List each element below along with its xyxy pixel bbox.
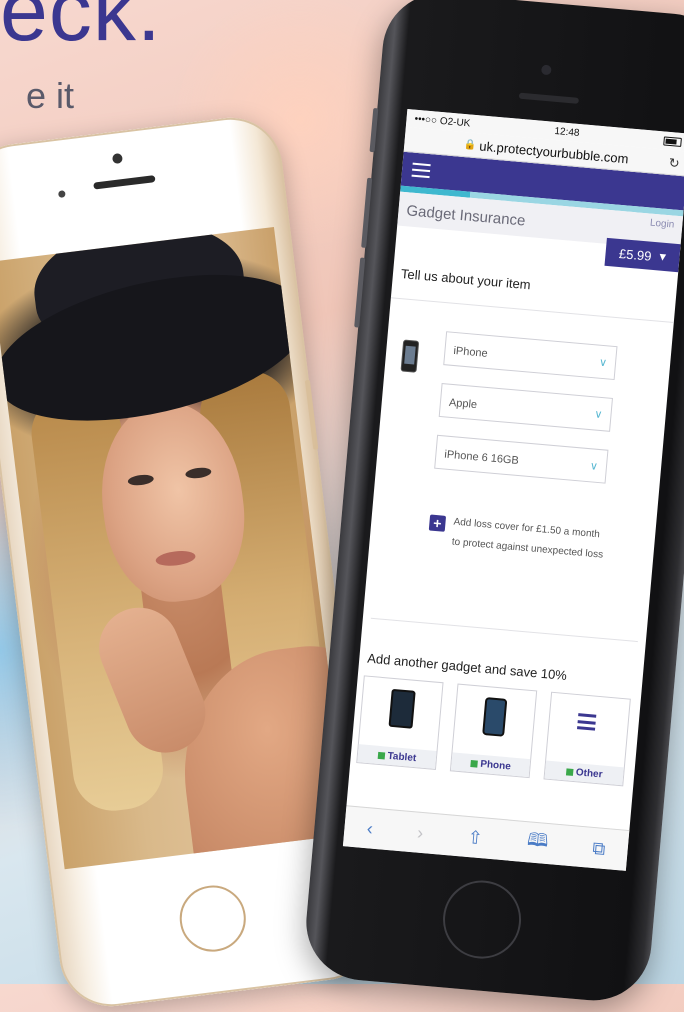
dark-phone: •••○○ O2-UK 12:48 🔒 uk.protectyourbubble… — [301, 0, 684, 1006]
make-value: Apple — [448, 396, 478, 412]
gadget-label: Tablet — [387, 750, 417, 764]
login-link[interactable]: Login — [649, 218, 674, 231]
tablet-icon — [388, 688, 416, 729]
menu-line — [577, 719, 596, 725]
share-icon[interactable]: ⇧ — [467, 827, 484, 849]
battery-icon — [663, 135, 682, 147]
item-form: iPhone ∨ Apple ∨ iPhone 6 16GB ∨ + Add l… — [363, 298, 674, 642]
forward-icon[interactable]: › — [416, 822, 424, 843]
plus-icon[interactable]: + — [428, 514, 447, 532]
subline: e it — [26, 75, 75, 116]
clock: 12:48 — [554, 125, 580, 139]
carrier-label: •••○○ O2-UK — [414, 113, 471, 129]
headline: eck. — [0, 0, 162, 59]
tabs-icon[interactable]: ⧉ — [592, 837, 607, 859]
model-select[interactable]: iPhone 6 16GB ∨ — [434, 434, 609, 484]
badge-icon — [470, 759, 478, 768]
hamburger-line — [412, 162, 431, 167]
gadget-label-other: Other — [544, 760, 624, 786]
menu-line — [576, 726, 596, 731]
gadget-card-other[interactable]: Other — [543, 691, 631, 787]
hamburger-icon[interactable] — [411, 162, 431, 179]
gadget-label: Other — [575, 766, 603, 780]
chevron-down-icon: ∨ — [598, 356, 608, 370]
hamburger-line — [411, 174, 430, 179]
gadget-card-phone[interactable]: Phone — [449, 683, 538, 779]
reload-icon[interactable]: ↻ — [668, 155, 680, 172]
loss-cover-option[interactable]: + Add loss cover for £1.50 a month to pr… — [427, 511, 610, 567]
loss-cover-text: Add loss cover for £1.50 a month to prot… — [451, 516, 604, 561]
hamburger-line — [412, 168, 431, 173]
chevron-down-icon: ∨ — [593, 408, 603, 422]
back-icon[interactable]: ‹ — [366, 818, 374, 839]
status-right — [663, 135, 682, 147]
gadget-card-tablet[interactable]: Tablet — [356, 675, 444, 770]
gadget-label: Phone — [479, 758, 512, 772]
device-type-value: iPhone — [452, 344, 489, 360]
iphone-icon — [400, 339, 420, 373]
badge-icon — [565, 767, 574, 776]
menu-icon — [576, 713, 597, 731]
bookmarks-icon[interactable]: 🕮 — [526, 827, 550, 859]
lock-icon: 🔒 — [463, 138, 477, 151]
device-type-select[interactable]: iPhone ∨ — [443, 331, 618, 381]
menu-line — [578, 713, 597, 718]
model-value: iPhone 6 16GB — [443, 448, 520, 467]
phone-icon — [482, 697, 508, 737]
badge-icon — [377, 751, 385, 759]
price-value: £5.99 — [618, 245, 653, 264]
chevron-down-icon: ∨ — [589, 460, 599, 473]
gadget-label-tablet: Tablet — [357, 744, 437, 769]
page-title: Gadget Insurance — [405, 202, 527, 230]
caret-down-icon: ▾ — [658, 248, 667, 265]
make-select[interactable]: Apple ∨ — [438, 382, 613, 432]
gadget-label-phone: Phone — [450, 752, 531, 778]
